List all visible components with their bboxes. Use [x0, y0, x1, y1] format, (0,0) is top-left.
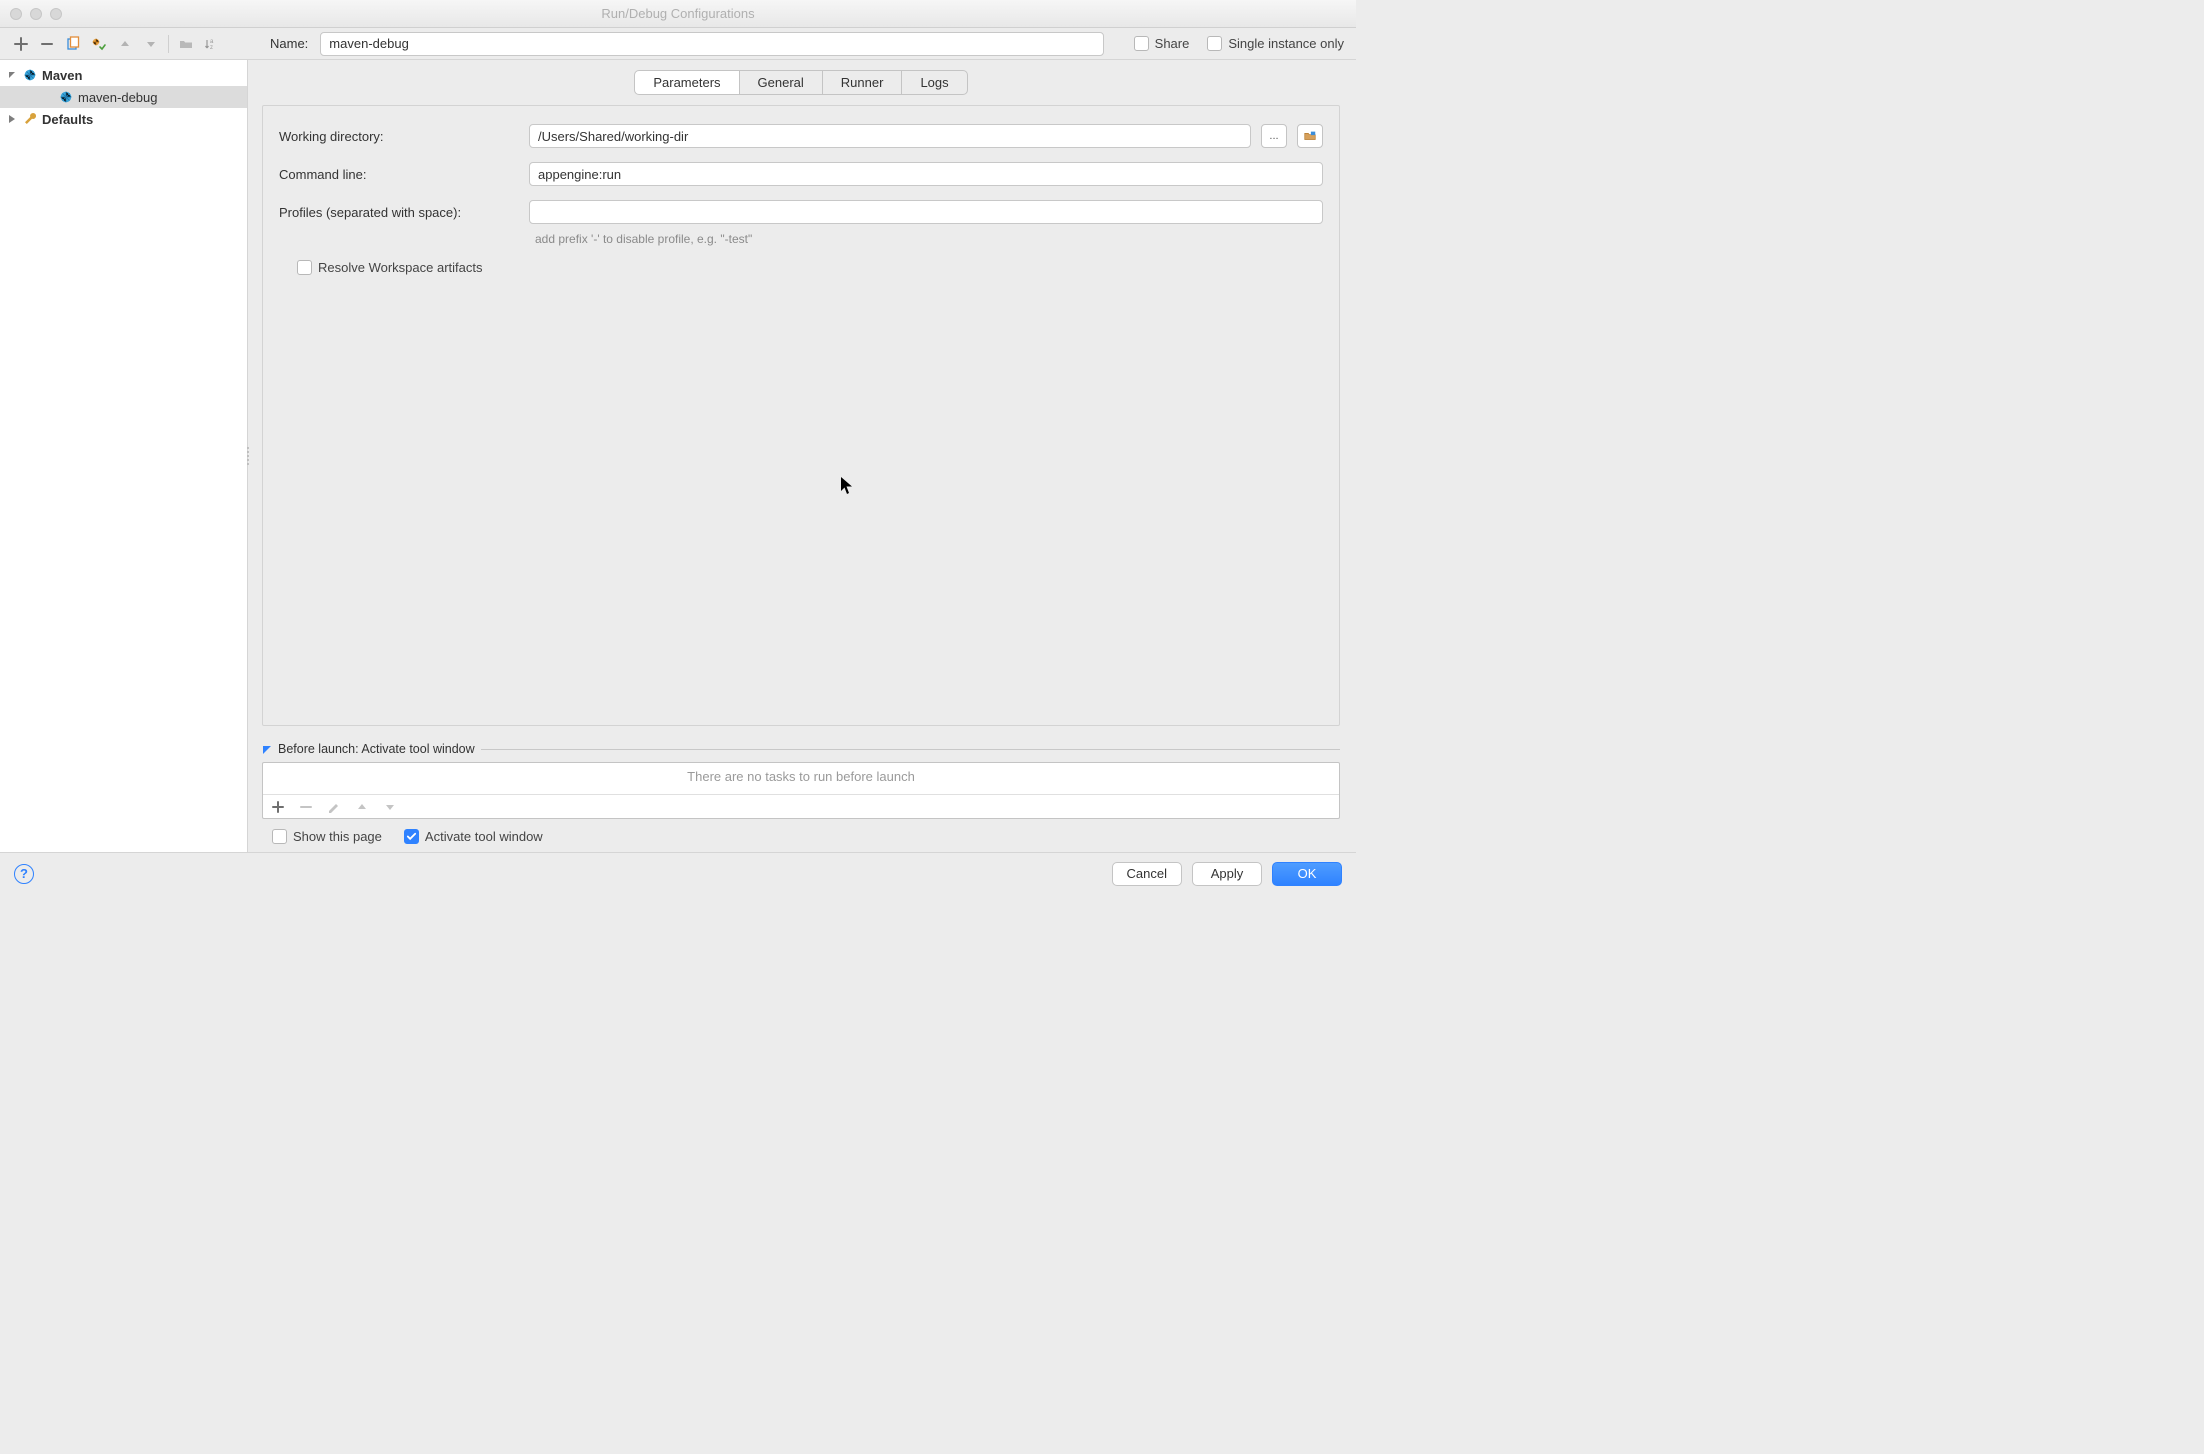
single-instance-checkbox[interactable]: Single instance only — [1207, 36, 1344, 51]
tree-node-defaults[interactable]: Defaults — [0, 108, 247, 130]
separator — [168, 35, 169, 53]
tab-parameters[interactable]: Parameters — [634, 70, 739, 95]
task-move-down-icon[interactable] — [381, 798, 399, 816]
window-title: Run/Debug Configurations — [601, 6, 754, 21]
profiles-label: Profiles (separated with space): — [279, 205, 519, 220]
tree-node-maven[interactable]: Maven — [0, 64, 247, 86]
show-this-page-label: Show this page — [293, 829, 382, 844]
expand-icon[interactable] — [6, 113, 18, 125]
single-instance-label: Single instance only — [1228, 36, 1344, 51]
edit-task-icon[interactable] — [325, 798, 343, 816]
working-directory-label: Working directory: — [279, 129, 519, 144]
remove-task-icon[interactable] — [297, 798, 315, 816]
move-up-icon[interactable] — [116, 35, 134, 53]
tree-label: Defaults — [42, 112, 93, 127]
show-this-page-checkbox[interactable]: Show this page — [272, 829, 382, 844]
parameters-panel: Working directory: ... Command line: Pro… — [262, 105, 1340, 726]
tab-runner[interactable]: Runner — [822, 70, 903, 95]
before-launch-title: Before launch: Activate tool window — [278, 742, 475, 756]
split-handle[interactable] — [242, 444, 254, 468]
footer: ? Cancel Apply OK — [0, 852, 1356, 894]
name-label: Name: — [270, 36, 308, 51]
tree-label: Maven — [42, 68, 82, 83]
before-launch-section: Before launch: Activate tool window Ther… — [262, 742, 1340, 844]
cancel-button[interactable]: Cancel — [1112, 862, 1182, 886]
apply-button[interactable]: Apply — [1192, 862, 1262, 886]
command-line-input[interactable] — [529, 162, 1323, 186]
profiles-input[interactable] — [529, 200, 1323, 224]
remove-config-icon[interactable] — [38, 35, 56, 53]
tree-label: maven-debug — [78, 90, 158, 105]
move-down-icon[interactable] — [142, 35, 160, 53]
help-icon[interactable]: ? — [14, 864, 34, 884]
titlebar: Run/Debug Configurations — [0, 0, 1356, 28]
collapse-icon[interactable] — [262, 744, 272, 754]
config-tree[interactable]: Maven maven-debug Defaults — [0, 60, 248, 852]
expand-icon[interactable] — [6, 69, 18, 81]
task-move-up-icon[interactable] — [353, 798, 371, 816]
tree-node-maven-debug[interactable]: maven-debug — [0, 86, 247, 108]
tab-general[interactable]: General — [739, 70, 823, 95]
window-controls — [10, 8, 62, 20]
maven-icon — [22, 67, 38, 83]
share-checkbox-label: Share — [1155, 36, 1190, 51]
maven-icon — [58, 89, 74, 105]
share-checkbox[interactable]: Share — [1134, 36, 1190, 51]
tab-logs[interactable]: Logs — [901, 70, 967, 95]
add-task-icon[interactable] — [269, 798, 287, 816]
resolve-workspace-checkbox[interactable] — [297, 260, 312, 275]
command-line-label: Command line: — [279, 167, 519, 182]
close-window-icon[interactable] — [10, 8, 22, 20]
ok-button[interactable]: OK — [1272, 862, 1342, 886]
working-directory-input[interactable] — [529, 124, 1251, 148]
wrench-icon — [22, 111, 38, 127]
tabs: Parameters General Runner Logs — [634, 70, 967, 95]
activate-tool-window-label: Activate tool window — [425, 829, 543, 844]
activate-tool-window-checkbox[interactable]: Activate tool window — [404, 829, 543, 844]
add-config-icon[interactable] — [12, 35, 30, 53]
before-launch-empty: There are no tasks to run before launch — [263, 763, 1339, 794]
folder-icon[interactable] — [177, 35, 195, 53]
svg-text:z: z — [210, 45, 213, 51]
copy-config-icon[interactable] — [64, 35, 82, 53]
top-toolbar: az Name: Share Single instance only — [0, 28, 1356, 60]
browse-directory-button[interactable]: ... — [1261, 124, 1287, 148]
name-input[interactable] — [320, 32, 1103, 56]
profiles-hint: add prefix '-' to disable profile, e.g. … — [535, 232, 1323, 246]
recent-directory-button[interactable] — [1297, 124, 1323, 148]
sort-alpha-icon[interactable]: az — [203, 35, 221, 53]
zoom-window-icon[interactable] — [50, 8, 62, 20]
minimize-window-icon[interactable] — [30, 8, 42, 20]
save-config-icon[interactable] — [90, 35, 108, 53]
resolve-workspace-label: Resolve Workspace artifacts — [318, 260, 483, 275]
